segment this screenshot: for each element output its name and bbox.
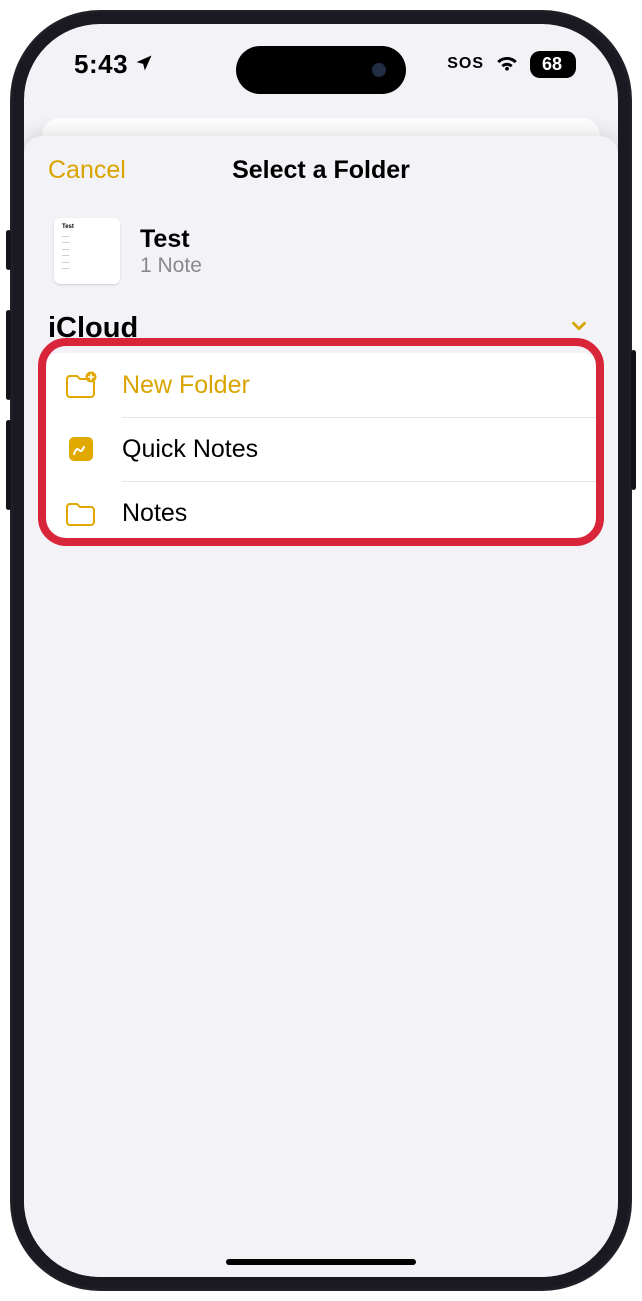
cancel-button[interactable]: Cancel <box>48 156 126 185</box>
section-header-icloud[interactable]: iCloud <box>24 296 618 353</box>
section-label: iCloud <box>48 312 138 345</box>
status-time: 5:43 <box>74 49 128 80</box>
battery-level: 68 <box>542 54 562 75</box>
chevron-down-icon <box>568 315 590 342</box>
location-icon <box>134 49 154 80</box>
volume-up-button <box>6 310 11 400</box>
note-count: 1 Note <box>140 254 202 278</box>
modal-title: Select a Folder <box>232 156 410 185</box>
folder-label: Quick Notes <box>122 435 258 464</box>
select-folder-modal: Cancel Select a Folder Test ────────────… <box>24 136 618 1277</box>
folder-list: New Folder Quick Notes <box>44 353 598 545</box>
iphone-frame: 5:43 SOS 68 Cancel Select a Folder <box>10 10 632 1291</box>
folder-icon <box>62 499 100 527</box>
notes-row[interactable]: Notes <box>44 481 598 545</box>
home-indicator[interactable] <box>226 1259 416 1265</box>
sos-indicator: SOS <box>447 55 484 73</box>
power-button <box>631 350 636 490</box>
quick-notes-icon <box>62 434 100 464</box>
modal-header: Cancel Select a Folder <box>24 140 618 200</box>
folder-label: New Folder <box>122 371 250 400</box>
new-folder-icon <box>62 371 100 399</box>
volume-down-button <box>6 420 11 510</box>
note-thumbnail: Test ──────────── <box>54 218 120 284</box>
note-name: Test <box>140 225 202 254</box>
battery-indicator: 68 <box>530 51 576 78</box>
note-summary: Test ──────────── Test 1 Note <box>24 200 618 296</box>
dynamic-island <box>236 46 406 94</box>
quick-notes-row[interactable]: Quick Notes <box>44 417 598 481</box>
wifi-icon <box>494 52 520 77</box>
new-folder-row[interactable]: New Folder <box>44 353 598 417</box>
folder-label: Notes <box>122 499 187 528</box>
screen: 5:43 SOS 68 Cancel Select a Folder <box>24 24 618 1277</box>
mute-switch <box>6 230 11 270</box>
